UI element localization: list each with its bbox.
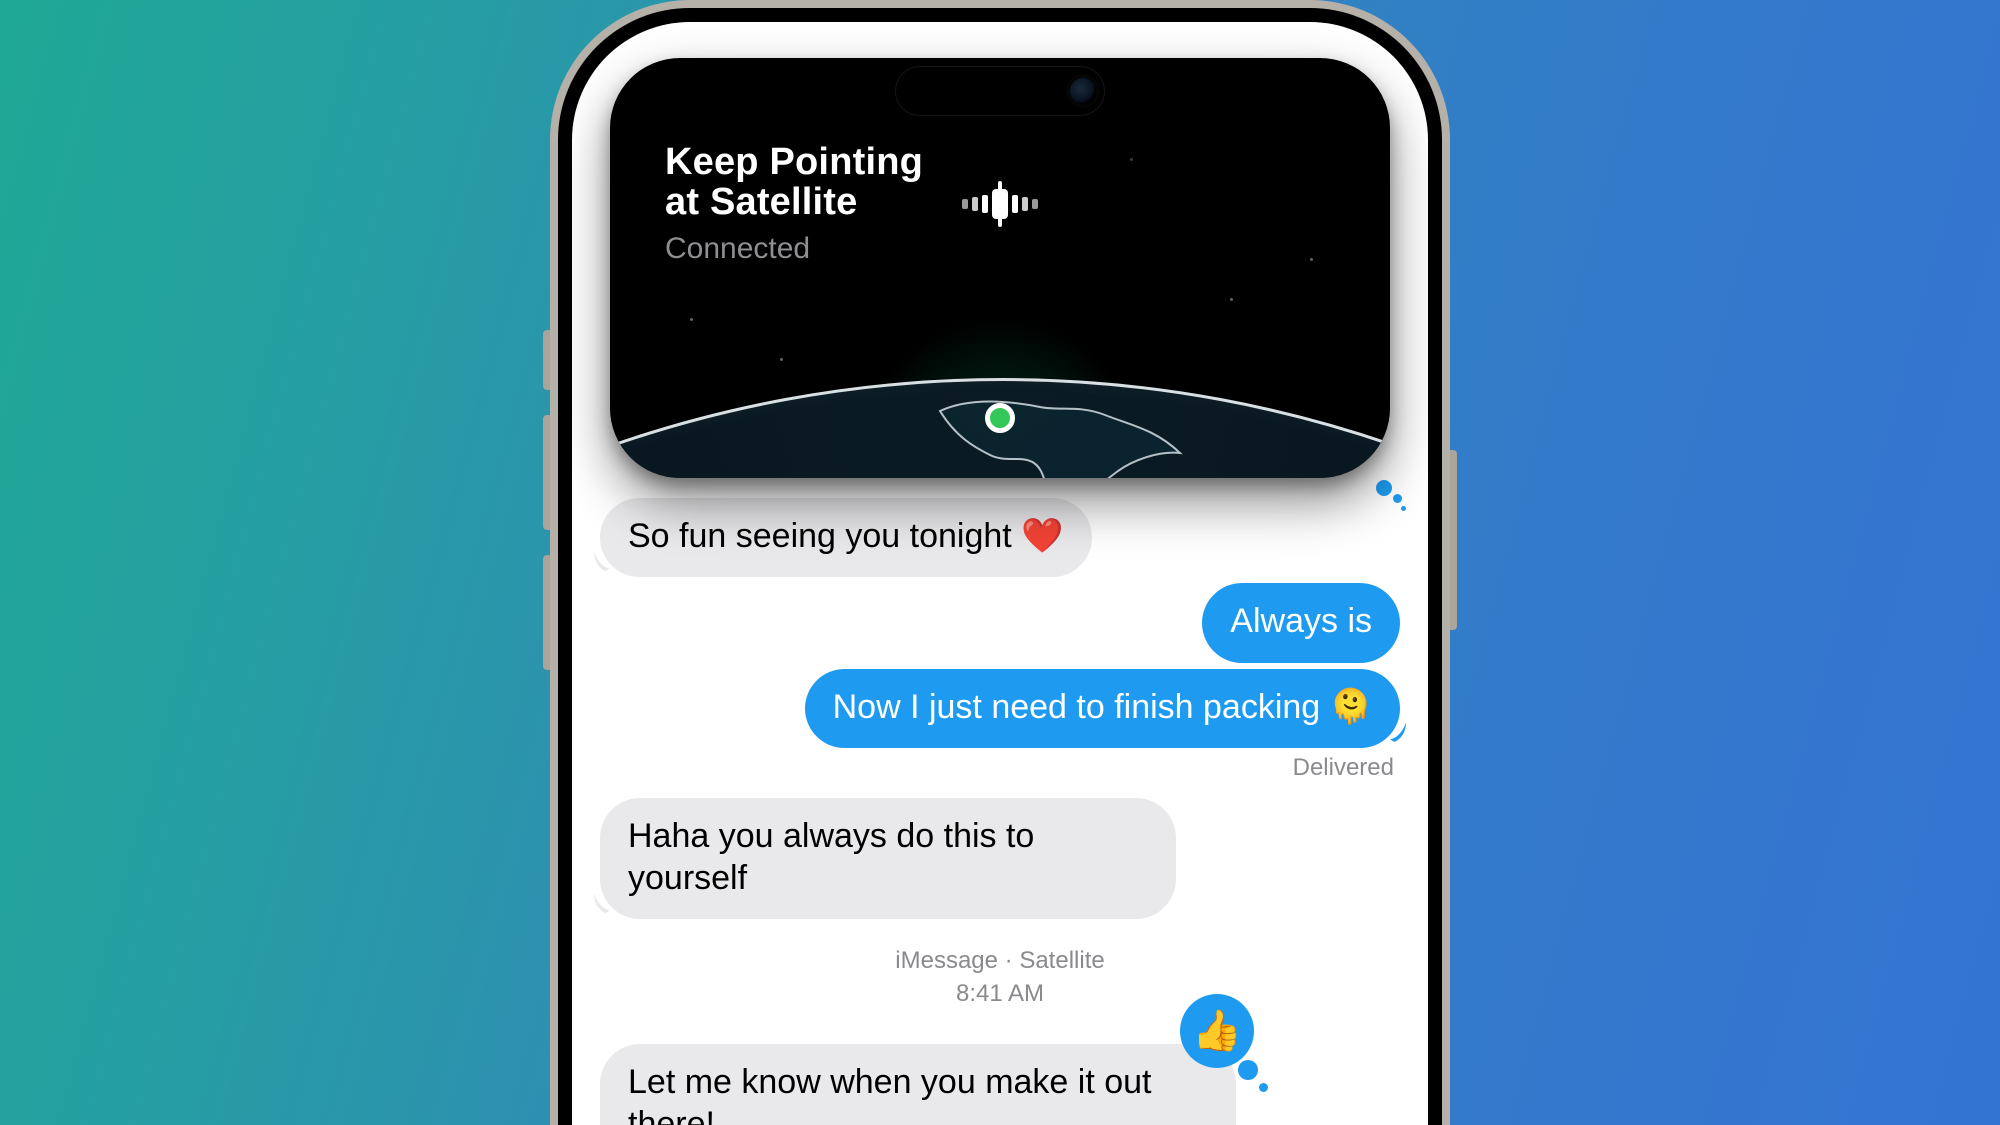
thread-timestamp: iMessage · Satellite 8:41 AM	[600, 945, 1400, 1010]
message-bubble-incoming[interactable]: So fun seeing you tonight ❤️	[600, 498, 1092, 577]
delivered-label: Delivered	[600, 754, 1394, 782]
messages-thread[interactable]: So fun seeing you tonight ❤️ Always is	[572, 492, 1428, 1125]
earth-landmass-icon	[930, 393, 1190, 478]
thumbs-up-icon: 👍	[1192, 1007, 1242, 1056]
message-bubble-incoming[interactable]: Haha you always do this to yourself	[600, 798, 1176, 919]
message-text: Now I just need to finish packing 🫠	[833, 688, 1372, 726]
message-text: Let me know when you make it out there!	[628, 1063, 1152, 1125]
message-text: Haha you always do this to yourself	[628, 817, 1034, 896]
message-text: So fun seeing you tonight ❤️	[628, 517, 1064, 555]
front-camera-icon	[1070, 78, 1096, 104]
gradient-backdrop: So fun seeing you tonight ❤️ Always is	[0, 0, 2000, 1125]
timestamp-time: 8:41 AM	[600, 978, 1400, 1010]
message-row: Haha you always do this to yourself	[600, 798, 1400, 919]
satellite-title-line2: at Satellite	[665, 181, 857, 223]
timestamp-meta: iMessage · Satellite	[600, 945, 1400, 977]
satellite-status: Connected	[665, 233, 990, 265]
location-dot-icon	[985, 403, 1015, 433]
message-row: Now I just need to finish packing 🫠	[600, 669, 1400, 748]
message-row: So fun seeing you tonight ❤️	[600, 498, 1400, 577]
satellite-title-line1: Keep Pointing	[665, 141, 923, 183]
message-bubble-incoming[interactable]: 👍 Let me know when you make it out there…	[600, 1044, 1236, 1125]
message-text: Always is	[1230, 602, 1372, 640]
message-bubble-outgoing[interactable]: Now I just need to finish packing 🫠	[805, 669, 1400, 748]
message-row: 👍 Let me know when you make it out there…	[600, 1044, 1400, 1125]
message-row: Always is	[600, 583, 1400, 662]
satellite-title-block: Keep Pointing at Satellite Connected	[665, 143, 990, 264]
dynamic-island-satellite[interactable]: Keep Pointing at Satellite Connected	[610, 58, 1390, 478]
phone-screen: So fun seeing you tonight ❤️ Always is	[572, 22, 1428, 1125]
message-bubble-outgoing[interactable]: Always is	[1202, 583, 1400, 662]
tapback-reaction[interactable]: 👍	[1180, 994, 1254, 1068]
phone-frame: So fun seeing you tonight ❤️ Always is	[550, 0, 1450, 1125]
